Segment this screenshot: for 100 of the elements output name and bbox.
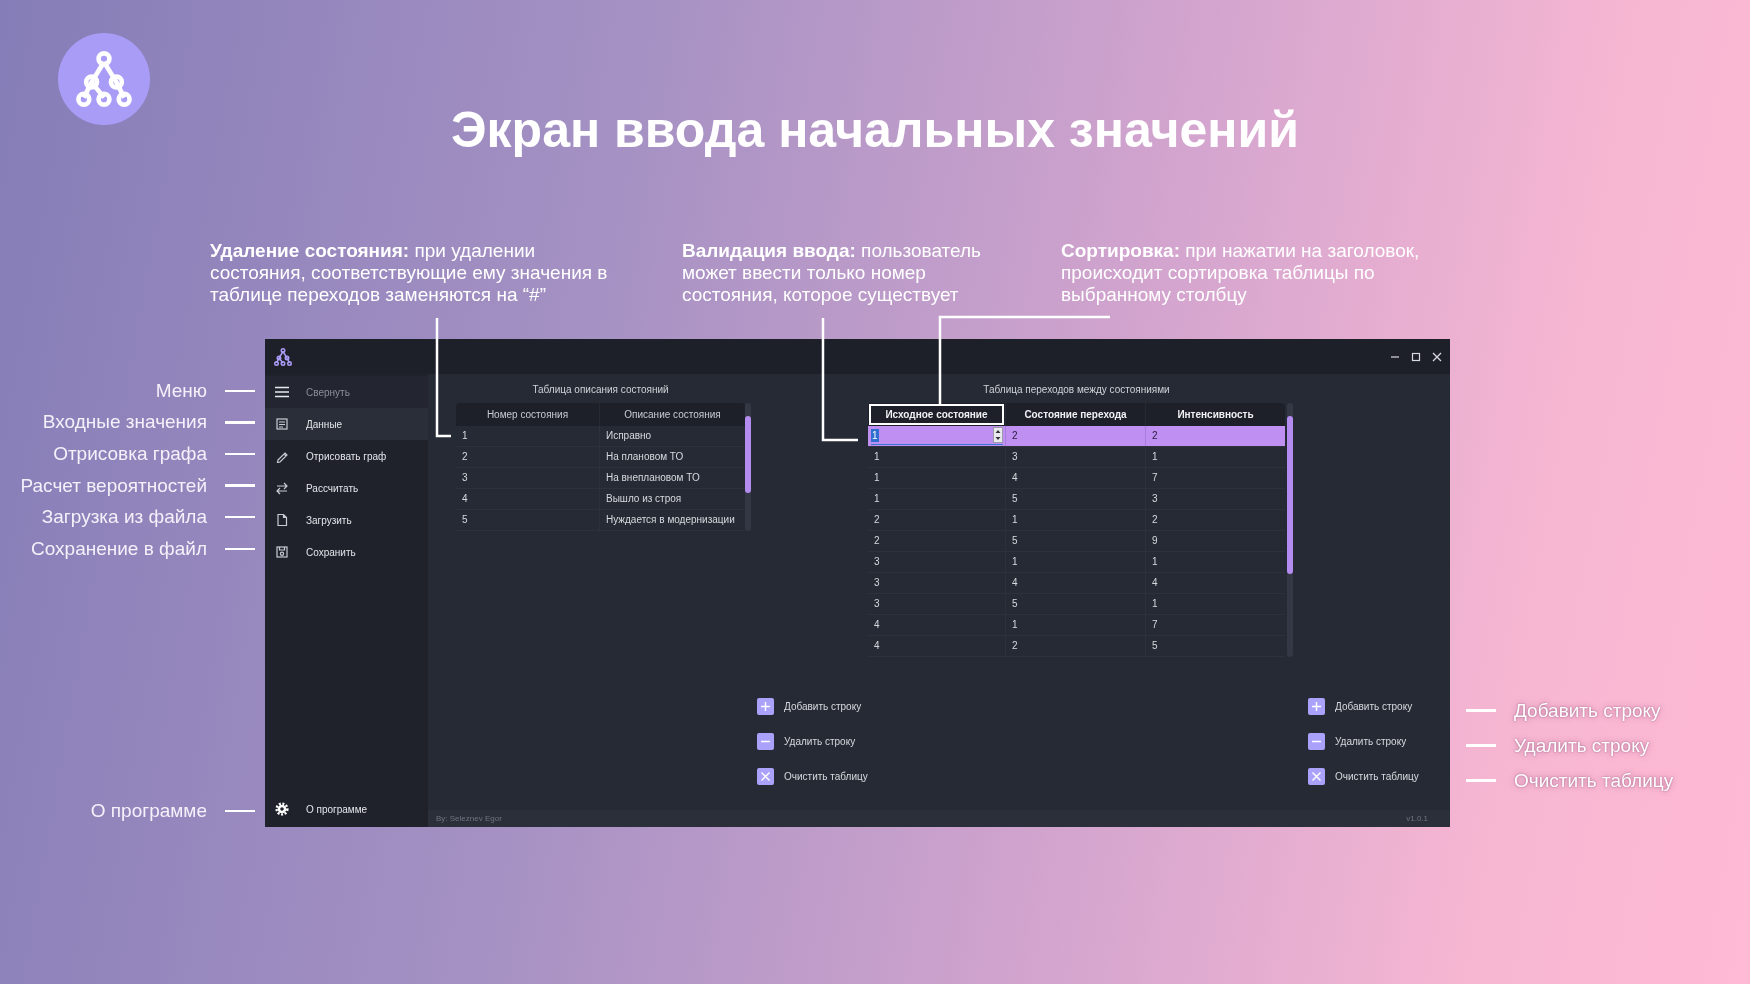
table-cell-text: 1 bbox=[873, 471, 881, 485]
maximize-icon[interactable] bbox=[1411, 351, 1421, 362]
table-cell: 3 bbox=[1005, 447, 1145, 467]
sidebar-item[interactable]: Сохранить bbox=[265, 536, 428, 568]
table-title: Таблица переходов между состояниями bbox=[983, 384, 1170, 395]
table-cell: 2 bbox=[1145, 426, 1285, 446]
close-icon bbox=[1308, 768, 1325, 785]
table-cell: 5 bbox=[1005, 531, 1145, 551]
clear-table-button[interactable]: Очистить таблицу bbox=[1308, 759, 1450, 794]
table-cell: 5 bbox=[1005, 489, 1145, 509]
about-button[interactable]: О программе bbox=[265, 791, 428, 827]
table-title: Таблица описания состояний bbox=[532, 384, 669, 395]
tree-graph-icon bbox=[73, 48, 135, 110]
annotation-text: Удаление состояния: при удалении состояния, соответствующие ему значения в таблице переходов заменяются на “#” bbox=[210, 240, 609, 306]
plus-icon bbox=[757, 698, 774, 715]
table-cell: 1 bbox=[1005, 552, 1145, 572]
column-header[interactable]: Исходное состояние bbox=[868, 403, 1005, 426]
table-cell: 7 bbox=[1145, 468, 1285, 488]
sidebar-item[interactable]: Отрисовать граф bbox=[265, 440, 428, 472]
close-icon[interactable] bbox=[1432, 351, 1442, 362]
table-row[interactable]: 3 На внеплановом ТО bbox=[456, 468, 745, 489]
scrollbar[interactable] bbox=[745, 403, 751, 531]
table-row[interactable]: 1 2 2 bbox=[868, 426, 1285, 447]
column-header[interactable]: Номер состояния bbox=[456, 403, 599, 426]
table-cell-text: 4 bbox=[873, 618, 881, 632]
delete-row-button[interactable]: Удалить строку bbox=[1308, 724, 1450, 759]
add-row-button[interactable]: Добавить строку bbox=[757, 689, 868, 724]
table-row[interactable]: 3 4 4 bbox=[868, 573, 1285, 594]
table-cell: 5 bbox=[1145, 636, 1285, 656]
table-row[interactable]: 1 4 7 bbox=[868, 468, 1285, 489]
table-cell: 4 bbox=[1005, 468, 1145, 488]
callout-label: Расчет вероятностей bbox=[20, 474, 207, 497]
table-row[interactable]: 3 1 1 bbox=[868, 552, 1285, 573]
sidebar-item[interactable]: Рассчитать bbox=[265, 472, 428, 504]
table-row[interactable]: 1 5 3 bbox=[868, 489, 1285, 510]
file-icon bbox=[275, 513, 289, 527]
table-cell: 7 bbox=[1145, 615, 1285, 635]
collapse-button[interactable]: Свернуть bbox=[265, 376, 428, 408]
table-cell: 2 bbox=[1005, 426, 1145, 446]
callout-label: Загрузка из файла bbox=[41, 506, 207, 529]
minus-icon bbox=[757, 733, 774, 750]
table-cell: 3 bbox=[1145, 489, 1285, 509]
table-row[interactable]: 4 Вышло из строя bbox=[456, 489, 745, 510]
table-row[interactable]: 1 Исправно bbox=[456, 426, 745, 447]
close-icon bbox=[757, 768, 774, 785]
table-row[interactable]: 4 2 5 bbox=[868, 636, 1285, 657]
app-logo-icon bbox=[273, 346, 293, 367]
table-row[interactable]: 1 3 1 bbox=[868, 447, 1285, 468]
table-row[interactable]: 3 5 1 bbox=[868, 594, 1285, 615]
spin-arrows-icon[interactable] bbox=[993, 427, 1003, 443]
table-cell: 1 bbox=[1145, 447, 1285, 467]
table-cell: 1 bbox=[1005, 510, 1145, 530]
callout-label: Добавить строку bbox=[1514, 699, 1661, 722]
table-cell-text: 1 bbox=[873, 492, 881, 506]
leader-line bbox=[225, 421, 255, 424]
sidebar-item[interactable]: Данные bbox=[265, 408, 428, 440]
sidebar-item[interactable]: Загрузить bbox=[265, 504, 428, 536]
table-row[interactable]: 2 На плановом ТО bbox=[456, 447, 745, 468]
scrollbar[interactable] bbox=[1287, 403, 1293, 657]
swap-arrows-icon bbox=[275, 481, 289, 495]
leader-line bbox=[225, 547, 255, 550]
annotation-text: Валидация ввода: пользователь может ввести только номер состояния, которое существует bbox=[682, 240, 983, 306]
table-cell-text: 3 bbox=[873, 597, 881, 611]
table-cell-text: 4 bbox=[873, 639, 881, 653]
table-cell: 2 bbox=[1145, 510, 1285, 530]
callout-label: Очистить таблицу bbox=[1514, 769, 1674, 792]
table-cell: 5 bbox=[1005, 594, 1145, 614]
table-row[interactable]: 5 Нуждается в модернизации bbox=[456, 510, 745, 531]
leader-line bbox=[1466, 709, 1496, 712]
slide-title: Экран ввода начальных значений bbox=[451, 101, 1299, 160]
table-cell-text: 3 bbox=[461, 471, 469, 485]
callout-label: О программе bbox=[90, 800, 207, 822]
table-row[interactable]: 2 1 2 bbox=[868, 510, 1285, 531]
table-row[interactable]: 2 5 9 bbox=[868, 531, 1285, 552]
add-row-button[interactable]: Добавить строку bbox=[1308, 689, 1450, 724]
table-cell-text: 5 bbox=[461, 513, 469, 527]
table-cell: 4 bbox=[1145, 573, 1285, 593]
callout-label: Сохранение в файл bbox=[31, 537, 207, 560]
callout-label: Удалить строку bbox=[1514, 734, 1650, 757]
leader-line bbox=[225, 515, 255, 519]
table-cell: 9 bbox=[1145, 531, 1285, 551]
document-icon bbox=[275, 417, 289, 431]
table-cell: 4 bbox=[1005, 573, 1145, 593]
table-cell-text: 1 bbox=[461, 429, 469, 443]
table-cell-text: 1 bbox=[873, 450, 881, 464]
table-cell-text: 3 bbox=[873, 576, 881, 590]
table-cell: 2 bbox=[1005, 636, 1145, 656]
table-cell-text: 2 bbox=[461, 450, 469, 464]
callout-label: Входные значения bbox=[42, 411, 207, 434]
delete-row-button[interactable]: Удалить строку bbox=[757, 724, 868, 759]
leader-line bbox=[1466, 779, 1496, 782]
table-row[interactable]: 4 1 7 bbox=[868, 615, 1285, 636]
leader-line bbox=[225, 484, 255, 487]
leader-line bbox=[1466, 744, 1496, 747]
plus-icon bbox=[1308, 698, 1325, 715]
annotation-text: Сортировка: при нажатии на заголовок, происходит сортировка таблицы по выбранному столбцу bbox=[1061, 240, 1421, 306]
table-cell-text: 2 bbox=[873, 534, 881, 548]
clear-table-button[interactable]: Очистить таблицу bbox=[757, 759, 868, 794]
table-cell-text: 4 bbox=[461, 492, 469, 506]
spin-field[interactable]: 1 bbox=[871, 426, 1003, 445]
